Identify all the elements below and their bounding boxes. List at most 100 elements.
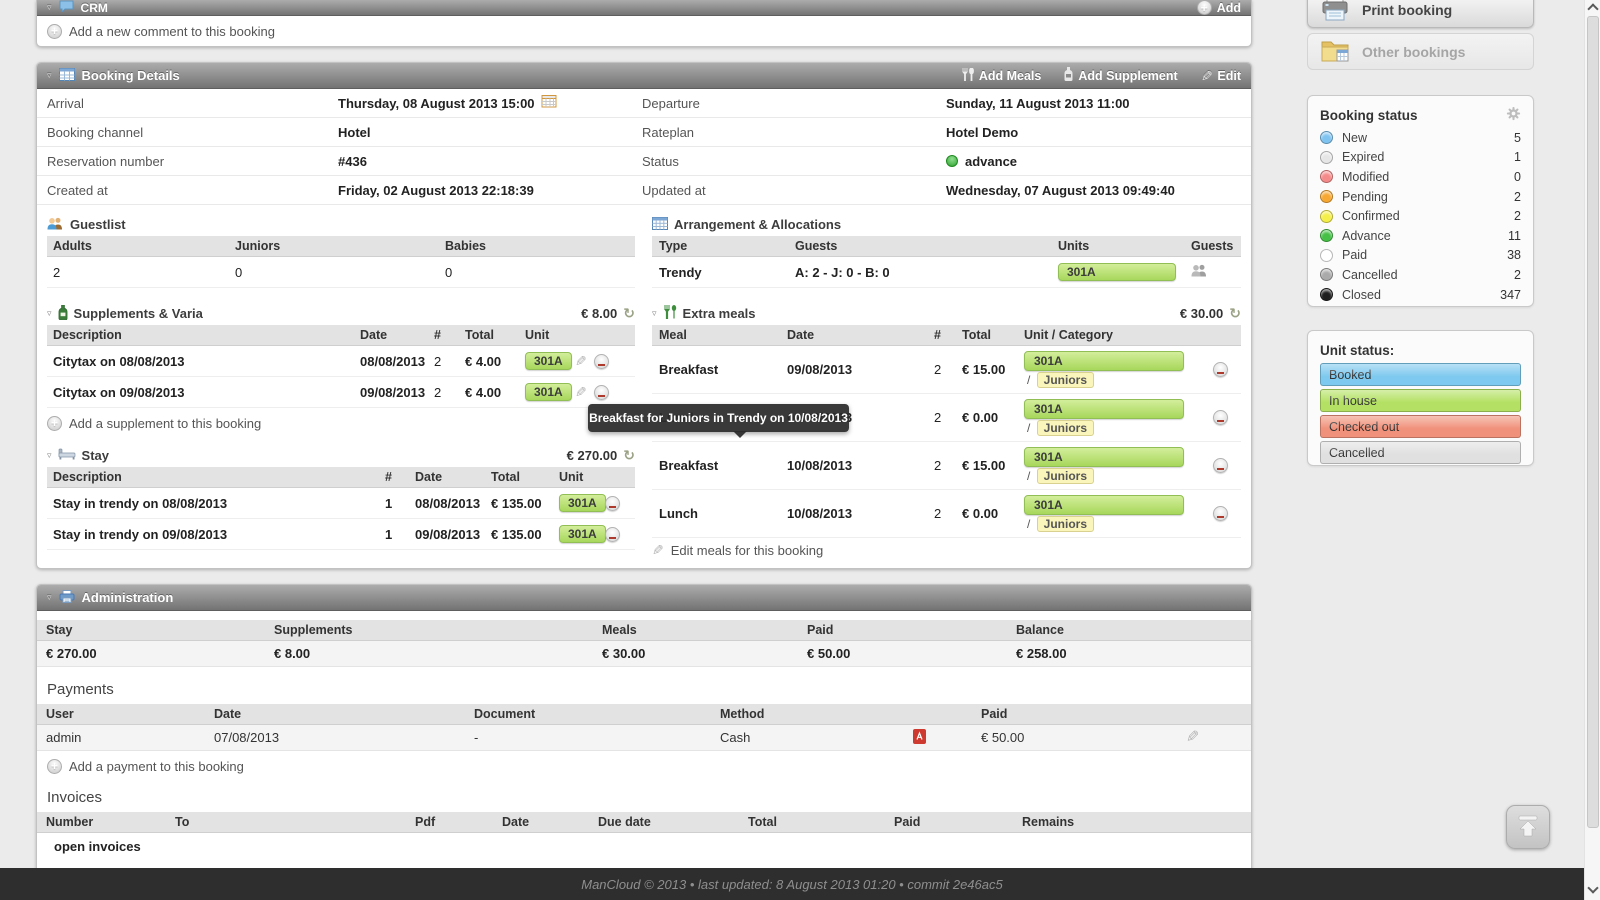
edit-meals-link[interactable]: ✎ Edit meals for this booking	[652, 538, 1241, 562]
category-line: / Juniors	[1027, 372, 1184, 388]
col-header: Method	[720, 707, 765, 721]
scroll-down-arrow-icon[interactable]	[1587, 882, 1599, 894]
unit-badge[interactable]: 301A	[525, 383, 572, 401]
category-badge[interactable]: Juniors	[1036, 468, 1095, 484]
plus-icon: +	[47, 758, 62, 774]
col-header: Date	[502, 815, 530, 829]
col-header: Number	[46, 815, 94, 829]
supplements-header: Description Date # Total Unit	[47, 325, 635, 346]
supplement-date: 08/08/2013	[360, 353, 426, 369]
crm-add-button[interactable]: + Add	[1196, 0, 1241, 15]
collapse-icon[interactable]: ▿	[652, 309, 657, 318]
administration-header: ▿ Administration	[37, 585, 1251, 611]
meal-total: € 0.00	[962, 410, 999, 425]
add-comment-link[interactable]: + Add a new comment to this booking	[37, 16, 1251, 46]
vertical-scrollbar[interactable]	[1584, 0, 1600, 900]
refresh-icon[interactable]: ↻	[623, 447, 635, 464]
stay-header: Description # Date Total Unit	[47, 467, 635, 488]
unit-badge[interactable]: 301A	[525, 352, 572, 370]
unit-badge[interactable]: 301A	[559, 525, 606, 543]
refresh-icon[interactable]: ↻	[1229, 305, 1241, 322]
other-bookings-button[interactable]: Other bookings	[1307, 33, 1534, 70]
remove-icon[interactable]	[605, 526, 620, 542]
collapse-icon[interactable]: ▿	[47, 309, 52, 318]
meal-name: Lunch	[659, 506, 698, 521]
booking-details-title: Booking Details	[81, 68, 180, 83]
collapse-icon[interactable]: ▿	[47, 593, 52, 602]
arrow-up-icon	[1515, 813, 1541, 842]
scrollbar-thumb[interactable]	[1587, 16, 1599, 828]
edit-booking-button[interactable]: ✎ Edit	[1201, 68, 1241, 84]
col-header: #	[934, 328, 941, 342]
field-label: Departure	[642, 96, 700, 111]
supplement-count: 2	[434, 353, 442, 369]
detail-row: Booking channel Hotel Rateplan Hotel Dem…	[37, 118, 1251, 147]
meal-name: Breakfast	[659, 458, 719, 473]
booking-status-item: Modified 0	[1320, 167, 1521, 187]
add-meals-button[interactable]: Add Meals	[961, 67, 1042, 84]
remove-icon[interactable]	[1213, 506, 1228, 521]
category-line: / Juniors	[1027, 468, 1184, 484]
payment-date: 07/08/2013	[214, 730, 280, 745]
scroll-to-top-button[interactable]	[1506, 805, 1550, 849]
status-count: 1	[1514, 150, 1521, 165]
calendar-icon[interactable]	[541, 89, 557, 118]
gear-icon[interactable]	[1506, 106, 1521, 124]
unit-badge[interactable]: 301A	[1024, 495, 1184, 515]
status-dot-icon	[1320, 248, 1333, 262]
pdf-icon[interactable]	[913, 728, 926, 747]
row-actions	[1213, 410, 1241, 425]
edit-icon[interactable]: ✎	[1186, 729, 1199, 746]
status-dot-icon	[1320, 131, 1333, 145]
open-invoices-label: open invoices	[54, 839, 141, 854]
collapse-icon[interactable]: ▿	[47, 71, 52, 80]
collapse-icon[interactable]: ▿	[47, 451, 52, 460]
remove-icon[interactable]	[605, 495, 620, 511]
unit-badge[interactable]: 301A	[1058, 263, 1176, 281]
add-meals-label: Add Meals	[978, 68, 1042, 83]
row-actions	[1213, 362, 1241, 377]
unit-status-title-row: Unit status:	[1320, 339, 1521, 361]
status-dot-icon	[1320, 229, 1333, 243]
unit-badge[interactable]: 301A	[559, 494, 606, 512]
edit-icon[interactable]: ✎	[575, 384, 587, 400]
remove-icon[interactable]	[1213, 410, 1228, 425]
unit-cell: 301A	[1058, 263, 1191, 281]
category-badge[interactable]: Juniors	[1036, 420, 1095, 436]
remove-icon[interactable]	[1213, 362, 1228, 377]
unit-status-inhouse: In house	[1320, 389, 1521, 412]
add-supplement-link[interactable]: + Add a supplement to this booking	[47, 408, 635, 438]
supplements-title: Supplements & Varia	[73, 306, 203, 321]
remove-icon[interactable]	[593, 353, 609, 369]
category-badge[interactable]: Juniors	[1036, 516, 1095, 532]
guestlist-title: Guestlist	[70, 217, 126, 232]
unit-badge[interactable]: 301A	[1024, 351, 1184, 371]
scroll-up-arrow-icon[interactable]	[1587, 3, 1599, 15]
payment-row: admin 07/08/2013 - Cash € 50.00 ✎	[37, 725, 1251, 751]
print-booking-button[interactable]: Print booking	[1307, 0, 1534, 28]
add-supplement-button[interactable]: Add Supplement	[1064, 67, 1178, 84]
remove-icon[interactable]	[593, 384, 609, 400]
crm-title: CRM	[80, 0, 108, 15]
meals-title-row: ▿ Extra meals € 30.00 ↻	[652, 302, 1241, 325]
row-actions	[1213, 506, 1241, 521]
cutlery-icon	[961, 67, 974, 84]
remove-icon[interactable]	[1213, 458, 1228, 473]
refresh-icon[interactable]: ↻	[623, 305, 635, 322]
main-content: ▿ CRM + Add + Add a new comment to this …	[36, 0, 1252, 891]
status-text: advance	[965, 153, 1018, 169]
field-label: Status	[642, 154, 679, 169]
detail-row: Created at Friday, 02 August 2013 22:18:…	[37, 176, 1251, 205]
unit-badge[interactable]: 301A	[1024, 399, 1184, 419]
field-label: Booking channel	[47, 125, 144, 140]
status-label: New	[1342, 130, 1368, 145]
add-payment-link[interactable]: + Add a payment to this booking	[37, 751, 1251, 781]
guests-people-icon[interactable]	[1191, 264, 1241, 280]
edit-icon[interactable]: ✎	[575, 353, 587, 369]
booking-status-item: Expired 1	[1320, 148, 1521, 168]
category-badge[interactable]: Juniors	[1036, 372, 1095, 388]
collapse-icon[interactable]: ▿	[47, 3, 52, 12]
booking-status-item: Cancelled 2	[1320, 265, 1521, 285]
unit-badge[interactable]: 301A	[1024, 447, 1184, 467]
stay-total-value: € 135.00	[491, 526, 542, 542]
